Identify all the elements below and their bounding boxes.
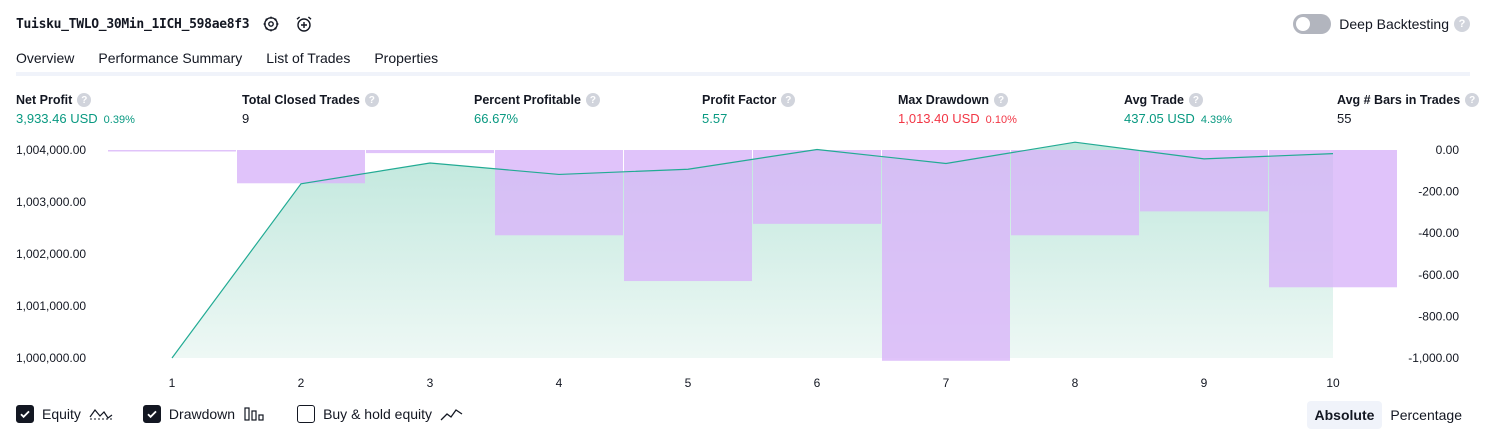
view-mode-switch: Absolute Percentage [1306,401,1471,429]
chart-legend: Equity Drawdown Buy & hold equity [16,403,494,425]
strategy-name: Tuisku_TWLO_30Min_1ICH_598ae8f3 [16,16,250,32]
metric-label: Net Profit [16,93,73,107]
right-axis-tick: -200.00 [1418,185,1459,199]
strategy-settings-button[interactable] [260,13,282,35]
drawdown-checkbox[interactable] [142,405,161,423]
right-axis-tick: 0.00 [1436,143,1460,157]
right-axis-tick: -800.00 [1418,309,1459,323]
question-mark-icon[interactable]: ? [1188,93,1203,107]
question-mark-icon[interactable]: ? [994,93,1008,107]
left-axis-tick: 1,001,000.00 [16,299,86,313]
question-mark-icon[interactable]: ? [364,93,379,107]
percentage-button[interactable]: Percentage [1382,401,1470,429]
question-mark-icon[interactable]: ? [585,93,600,107]
toggle-knob [1296,17,1311,31]
right-axis-tick: -400.00 [1418,226,1459,240]
equity-checkbox[interactable] [16,405,34,423]
legend-label: Equity [42,406,81,422]
metric-value: 3,933.46 USD [16,111,98,126]
x-axis-tick: 7 [943,376,950,390]
deep-backtesting-label: Deep Backtesting [1339,16,1449,32]
metric-max-drawdown: Max Drawdown? 1,013.40 USD 0.10% [898,93,1017,126]
metric-label: Percent Profitable [474,93,581,107]
question-mark-icon[interactable]: ? [1465,93,1480,107]
question-mark-icon[interactable]: ? [1454,16,1470,32]
question-mark-icon[interactable]: ? [77,93,92,107]
metric-percent: 0.39% [103,114,135,126]
metric-profit-factor: Profit Factor? 5.57 [702,93,796,126]
left-axis-tick: 1,003,000.00 [16,195,86,209]
metric-value: 5.57 [702,111,728,126]
legend-label: Buy & hold equity [323,406,433,422]
x-axis-tick: 2 [298,376,305,390]
checkmark-icon [20,410,30,419]
x-axis-tick: 6 [814,376,821,390]
metric-value: 1,013.40 USD [898,111,980,126]
x-axis-tick: 5 [685,376,692,390]
drawdown-bar [753,150,881,224]
metric-value: 437.05 USD [1124,111,1195,126]
metric-label: Profit Factor [702,93,777,107]
x-axis-tick: 1 [169,376,176,390]
drawdown-bar [237,150,365,184]
checkmark-icon [147,410,157,419]
gear-icon [263,16,279,32]
metric-percent-profitable: Percent Profitable? 66.67% [474,93,600,126]
deep-backtesting: Deep Backtesting ? [1293,13,1470,35]
metric-value: 55 [1337,111,1352,126]
metric-total-closed-trades: Total Closed Trades? 9 [242,93,379,126]
drawdown-bar [495,150,623,236]
metric-percent: 0.10% [985,114,1017,126]
tabs-divider [16,72,1470,76]
drawdown-bars-icon [243,405,267,423]
legend-label: Drawdown [168,406,236,422]
strategy-header: Tuisku_TWLO_30Min_1ICH_598ae8f3 [16,13,315,35]
drawdown-bar [1269,150,1397,288]
metric-avg-trade: Avg Trade? 437.05 USD 4.39% [1124,93,1232,126]
drawdown-bar [108,150,236,152]
right-axis-tick: -600.00 [1418,268,1459,282]
metric-avg-bars-in-trades: Avg # Bars in Trades? 55 [1337,93,1480,126]
metric-label: Avg # Bars in Trades [1337,93,1461,107]
x-axis-tick: 10 [1326,376,1340,390]
legend-buy-hold-equity[interactable]: Buy & hold equity [297,405,464,423]
buy-hold-line-icon [440,405,464,423]
drawdown-bar [1011,150,1139,236]
right-axis-tick: -1,000.00 [1408,351,1459,365]
absolute-button[interactable]: Absolute [1306,401,1383,429]
buy-hold-checkbox[interactable] [297,405,316,423]
add-alert-button[interactable] [293,13,315,35]
metric-value: 66.67% [474,111,519,126]
alarm-clock-plus-icon [296,16,312,32]
legend-drawdown[interactable]: Drawdown [142,405,267,423]
x-axis-tick: 4 [556,376,563,390]
metric-label: Avg Trade [1124,93,1184,107]
drawdown-bar [882,150,1010,361]
legend-equity[interactable]: Equity [16,405,113,423]
metric-label: Max Drawdown [898,93,989,107]
equity-wave-icon [89,405,113,423]
x-axis-tick: 8 [1072,376,1079,390]
x-axis-tick: 3 [427,376,434,390]
question-mark-icon[interactable]: ? [781,93,796,107]
left-axis-tick: 1,004,000.00 [16,143,86,157]
metric-percent: 4.39% [1200,114,1233,126]
left-axis-tick: 1,000,000.00 [16,351,86,365]
equity-drawdown-chart[interactable]: 1,004,000.00 1,003,000.00 1,002,000.00 1,00… [0,140,1486,395]
metric-net-profit: Net Profit? 3,933.46 USD 0.39% [16,93,135,126]
x-axis-tick: 9 [1201,376,1208,390]
metric-value: 9 [242,111,250,126]
metric-label: Total Closed Trades [242,93,360,107]
drawdown-bar [366,150,494,154]
left-axis-tick: 1,002,000.00 [16,247,86,261]
deep-backtesting-toggle[interactable] [1293,14,1332,34]
